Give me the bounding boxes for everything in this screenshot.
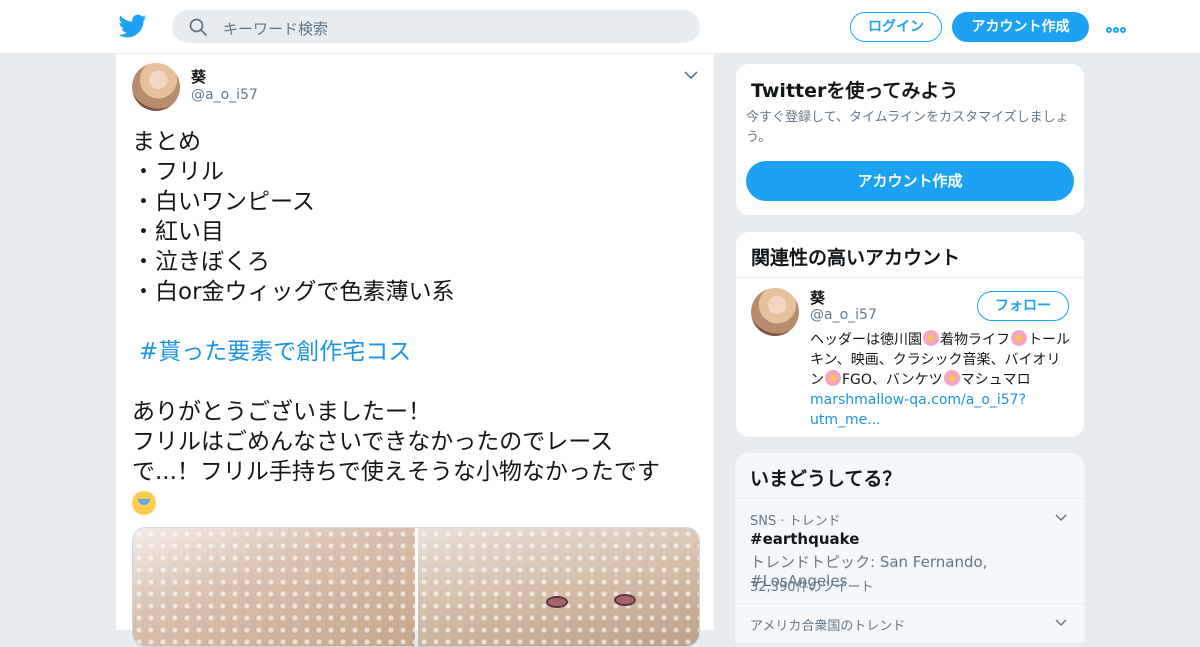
tweet-line: で...！フリル手持ちで使えそうな小物なかったです: [132, 459, 660, 485]
avatar[interactable]: [751, 288, 799, 336]
trends-title: いまどうしてる？: [750, 468, 902, 490]
chevron-down-icon[interactable]: [1055, 619, 1067, 627]
search-box[interactable]: キーワード検索: [172, 10, 700, 43]
tweet-photo[interactable]: [418, 528, 699, 646]
tweet-media[interactable]: [132, 527, 700, 647]
tweet-line: ありがとうございましたー！: [132, 399, 431, 425]
hashtag-link[interactable]: #貰った要素で創作宅コス: [132, 337, 692, 367]
tweet-author-handle[interactable]: @a_o_i57: [191, 87, 258, 103]
signup-card-title: Twitterを使ってみよう: [751, 80, 959, 102]
cherry-blossom-icon: [923, 330, 939, 346]
search-input[interactable]: キーワード検索: [223, 18, 328, 39]
login-button[interactable]: ログイン: [850, 12, 942, 42]
signup-card: Twitterを使ってみよう 今すぐ登録して、タイムラインをカスタマイズしましょ…: [735, 63, 1085, 216]
bio-link[interactable]: marshmallow-qa.com/a_o_i57?utm_me...: [810, 392, 1026, 428]
create-account-button[interactable]: アカウント作成: [746, 161, 1074, 201]
signup-card-description: 今すぐ登録して、タイムラインをカスタマイズしましょう。: [746, 110, 1069, 145]
tweet-photo[interactable]: [133, 528, 415, 646]
twitter-bird-icon[interactable]: [119, 12, 147, 40]
tweet-line: フリルはごめんなさいできなかったのでレース: [132, 429, 614, 455]
tweet-card: 葵 @a_o_i57 まとめ ・フリル ・白いワンピース ・紅い目 ・泣きぼくろ…: [115, 54, 715, 647]
related-account-name[interactable]: 葵: [810, 287, 825, 308]
tweet-line: ・白いワンピース: [132, 189, 315, 215]
trend-meta: SNS · トレンド: [750, 514, 841, 529]
related-accounts-title: 関連性の高いアカウント: [751, 247, 961, 269]
chevron-down-icon[interactable]: [684, 70, 698, 80]
trend-hashtag[interactable]: #earthquake: [750, 530, 859, 548]
more-options-icon[interactable]: [1106, 18, 1132, 34]
signup-button[interactable]: アカウント作成: [952, 12, 1089, 42]
tweet-author-name[interactable]: 葵: [191, 66, 206, 87]
related-account-handle[interactable]: @a_o_i57: [810, 307, 877, 323]
tweet-text: まとめ ・フリル ・白いワンピース ・紅い目 ・泣きぼくろ ・白or金ウィッグで…: [132, 127, 692, 517]
follow-button[interactable]: フォロー: [977, 291, 1069, 321]
related-accounts-card: 関連性の高いアカウント 葵 @a_o_i57 フォロー ヘッダーは徳川園 着物ライ…: [735, 231, 1085, 438]
tweet-line: ・泣きぼくろ: [132, 249, 270, 275]
trends-card: いまどうしてる？ SNS · トレンド #earthquake トレンドトピック…: [735, 453, 1085, 643]
tweet-line: ・フリル: [132, 159, 224, 185]
cherry-blossom-icon: [825, 370, 841, 386]
trend-meta: アメリカ合衆国のトレンド: [750, 619, 906, 634]
tweet-line: ・白or金ウィッグで色素薄い系: [132, 279, 455, 305]
tweet-line: ・紅い目: [132, 219, 224, 245]
top-navigation-bar: キーワード検索 ログイン アカウント作成: [0, 0, 1200, 54]
trend-tweet-count: 32,390件のツイート: [750, 580, 874, 595]
search-icon: [189, 18, 207, 36]
chevron-down-icon[interactable]: [1055, 514, 1067, 522]
tweet-line: まとめ: [132, 129, 201, 155]
related-account-bio: ヘッダーは徳川園 着物ライフ トールキン、映画、クラシック音楽、バイオリン FGO、バ…: [810, 330, 1070, 428]
cherry-blossom-icon: [943, 370, 960, 386]
avatar[interactable]: [132, 63, 180, 111]
crying-face-icon: [132, 490, 156, 515]
cherry-blossom-icon: [1011, 330, 1027, 346]
